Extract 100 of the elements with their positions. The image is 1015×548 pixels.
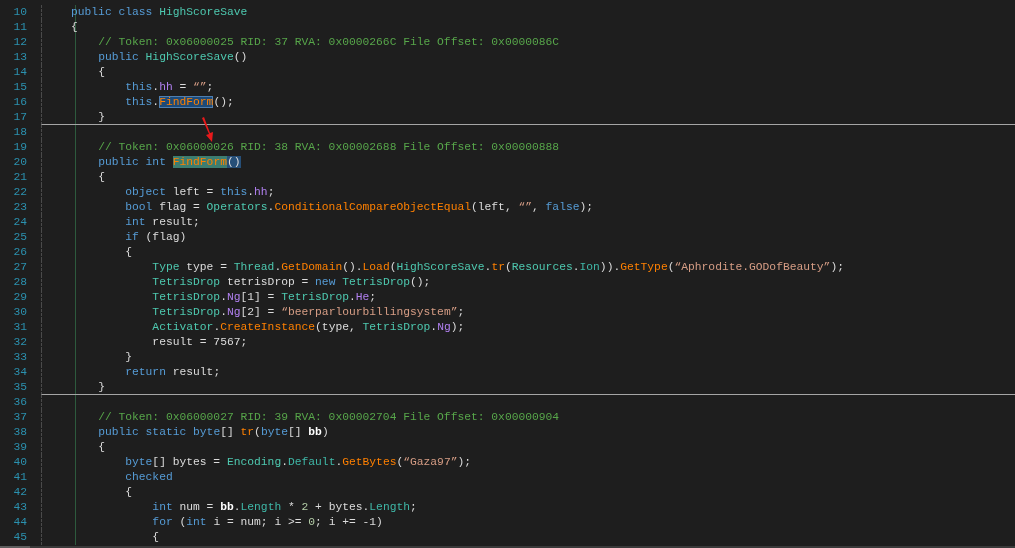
- line-number: 23: [12, 200, 28, 215]
- annotation-arrow: [201, 117, 215, 143]
- line-number: 38: [12, 425, 28, 440]
- code-text: .: [233, 501, 241, 513]
- type-name: TetrisDrop: [152, 291, 221, 303]
- keyword: public: [98, 426, 139, 438]
- keyword: new: [315, 276, 337, 288]
- string-literal: “”: [193, 81, 207, 93]
- method-name: GetBytes: [342, 456, 397, 468]
- line-number: 17: [12, 110, 28, 125]
- method-name: Load: [362, 261, 390, 273]
- code-text: result = 7567;: [152, 336, 248, 348]
- keyword: bool: [125, 201, 153, 213]
- keyword: int: [144, 156, 167, 168]
- code-text: ();: [410, 276, 431, 288]
- code-text: i = num; i >=: [212, 516, 303, 528]
- line-number: 33: [12, 350, 28, 365]
- keyword: byte: [260, 426, 288, 438]
- line-number: 28: [12, 275, 28, 290]
- line-number: 36: [12, 395, 28, 410]
- line-number: 20: [12, 155, 28, 170]
- code-text: }: [98, 111, 105, 123]
- field-name: hh: [254, 186, 268, 198]
- line-number: 26: [12, 245, 28, 260]
- keyword: this: [125, 81, 153, 93]
- type-name: Thread: [233, 261, 275, 273]
- code-text: }: [125, 351, 132, 363]
- code-text: );: [579, 201, 594, 213]
- field-name: He: [355, 291, 370, 303]
- line-number: 32: [12, 335, 28, 350]
- string-literal: “Aphrodite.GODofBeauty”: [674, 261, 831, 273]
- code-text: (left,: [471, 201, 513, 213]
- code-text: (: [389, 261, 397, 273]
- code-text: {: [125, 246, 132, 258]
- keyword: class: [117, 6, 153, 18]
- code-comment: // Token: 0x06000026 RID: 38 RVA: 0x00002688 File Offset: 0x00000888: [98, 141, 560, 153]
- code-text: .: [274, 261, 282, 273]
- code-text: type =: [185, 261, 228, 273]
- code-text: {: [98, 66, 105, 78]
- string-literal: “”: [518, 201, 533, 213]
- code-text: + bytes.: [314, 501, 370, 513]
- type-name: HighScoreSave: [396, 261, 485, 273]
- code-text: {: [71, 21, 78, 33]
- keyword: checked: [125, 471, 173, 483]
- code-text: ;: [267, 186, 275, 198]
- code-text: num =: [178, 501, 215, 513]
- code-text: .: [349, 291, 356, 303]
- code-text: .: [281, 456, 288, 468]
- code-text: (: [504, 261, 512, 273]
- string-literal: “Gaza97”: [403, 456, 458, 468]
- code-text: .: [152, 81, 160, 93]
- code-text: .: [152, 96, 160, 108]
- code-text: );: [457, 456, 471, 468]
- highlighted-reference: FindForm: [159, 96, 214, 108]
- code-text: []: [220, 426, 235, 438]
- code-text: .: [572, 261, 580, 273]
- code-text: (flag): [144, 231, 187, 243]
- keyword: int: [186, 516, 207, 528]
- line-number: 13: [12, 50, 28, 65]
- code-text: (: [396, 456, 404, 468]
- code-text: {: [98, 171, 105, 183]
- number-literal: 0: [308, 516, 316, 528]
- keyword: public: [98, 156, 139, 168]
- type-name: Activator: [152, 321, 214, 333]
- property-name: Ion: [579, 261, 600, 273]
- line-number: 14: [12, 65, 28, 80]
- code-comment: // Token: 0x06000025 RID: 37 RVA: 0x0000266C File Offset: 0x0000086C: [98, 36, 560, 48]
- code-text: tetrisDrop =: [225, 276, 310, 288]
- type-name: HighScoreSave: [158, 6, 248, 18]
- line-number: 41: [12, 470, 28, 485]
- code-text: (type,: [315, 321, 357, 333]
- code-text: result;: [171, 366, 221, 378]
- code-text: {: [152, 531, 160, 543]
- type-name: HighScoreSave: [144, 51, 234, 63]
- code-text: .: [335, 456, 343, 468]
- line-number: 37: [12, 410, 28, 425]
- scrollbar-thumb[interactable]: [0, 546, 30, 548]
- line-number: 25: [12, 230, 28, 245]
- code-text: {: [125, 486, 132, 498]
- method-name: GetType: [620, 261, 668, 273]
- parameter-name: bb: [220, 501, 234, 513]
- method-name: tr: [240, 426, 255, 438]
- keyword: if: [125, 231, 139, 243]
- line-number: 19: [12, 140, 28, 155]
- line-number: 24: [12, 215, 28, 230]
- code-text: .: [484, 261, 492, 273]
- property-name: Length: [240, 501, 282, 513]
- string-literal: “beerparlourbillingsystem”: [281, 306, 458, 318]
- type-name: Operators: [206, 201, 268, 213]
- line-number: 45: [12, 530, 28, 545]
- keyword: int: [125, 216, 146, 228]
- line-number: 39: [12, 440, 28, 455]
- code-text: (: [667, 261, 675, 273]
- line-number: 35: [12, 380, 28, 395]
- type-name: TetrisDrop: [281, 291, 349, 303]
- line-number: 31: [12, 320, 28, 335]
- property-name: Length: [369, 501, 411, 513]
- code-text: ,: [532, 201, 540, 213]
- line-number: 15: [12, 80, 28, 95]
- code-text: []: [288, 426, 303, 438]
